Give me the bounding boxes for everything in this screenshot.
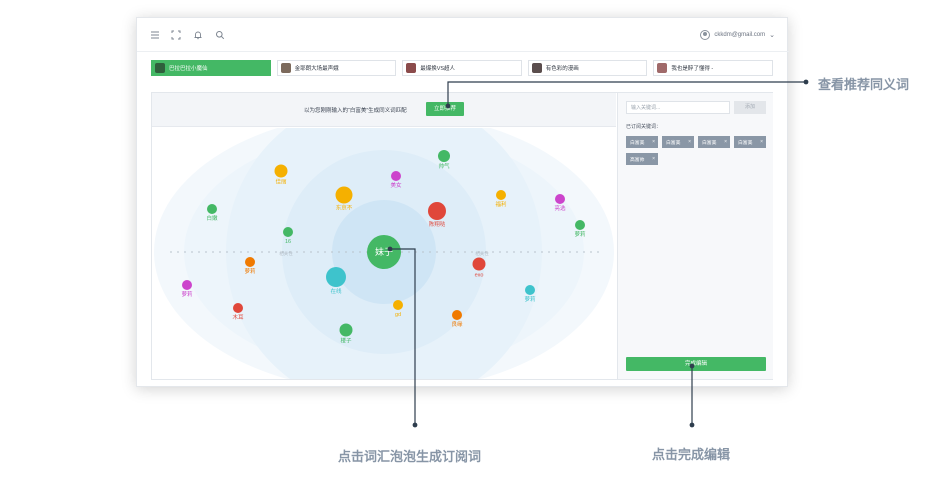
callout-dot: [445, 103, 451, 109]
callout-finish: 点击完成编辑: [652, 447, 731, 462]
callout-dot: [803, 79, 809, 85]
callout-lines: [387, 79, 809, 428]
callout-dot: [387, 246, 393, 252]
callout-dot: [689, 422, 695, 428]
callout-line-bubble: [390, 248, 416, 425]
screenshot-stage: ckkdm@gmail.com ⌄ 巴拉巴拉小魔仙 金耶朗大场最声娥 最爆换VS…: [0, 0, 926, 496]
callout-dot: [412, 422, 418, 428]
callout-line-recommend: [447, 81, 806, 106]
callout-recommend: 查看推荐同义词: [818, 77, 910, 92]
callout-bubble-click: 点击词汇泡泡生成订阅词: [338, 449, 482, 464]
callout-dot: [689, 363, 695, 369]
